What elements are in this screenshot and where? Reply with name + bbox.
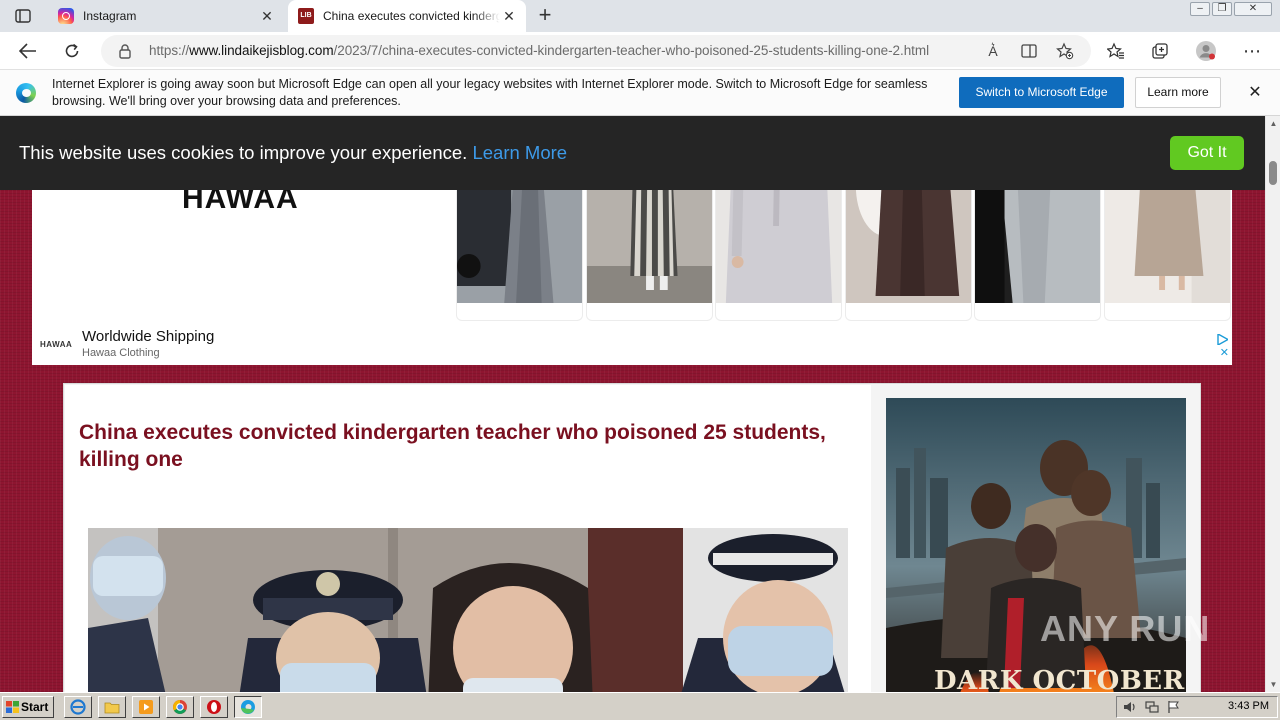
ad-source: Hawaa Clothing (82, 347, 160, 359)
ad-close-icon[interactable]: ✕ (1220, 348, 1229, 359)
tab-actions-button[interactable] (10, 6, 36, 26)
tab-lindaikeji[interactable]: LIB China executes convicted kindergarte… (288, 0, 526, 32)
taskbar-explorer[interactable] (98, 696, 126, 718)
collections-icon (1152, 43, 1168, 59)
cookie-text: This website uses cookies to improve you… (19, 142, 468, 163)
new-tab-button[interactable]: + (533, 4, 557, 28)
taskbar-media-player[interactable] (132, 696, 160, 718)
back-button[interactable] (14, 37, 42, 65)
flag-icon[interactable] (1167, 700, 1181, 714)
add-favorite-button[interactable] (1055, 41, 1075, 61)
folder-icon (104, 702, 120, 714)
lib-favicon-icon: LIB (298, 8, 314, 24)
lock-icon[interactable] (117, 43, 133, 59)
browser-toolbar: https://www.lindaikejisblog.com/2023/7/c… (0, 32, 1280, 70)
article-headline[interactable]: China executes convicted kindergarten te… (79, 419, 859, 473)
system-tray: 3:43 PM (1116, 696, 1278, 718)
tab-close-icon[interactable]: ✕ (258, 8, 276, 25)
favorites-button[interactable] (1102, 37, 1130, 65)
close-window-button[interactable]: ✕ (1234, 2, 1272, 16)
article-main: China executes convicted kindergarten te… (65, 385, 871, 692)
taskbar-clock[interactable]: 3:43 PM (1228, 700, 1269, 712)
internet-explorer-icon (70, 699, 86, 715)
page-viewport: HAWAA HAWAA Worldwide Shipping Hawaa Clo (0, 116, 1265, 692)
edge-icon (241, 700, 255, 714)
read-aloud-button[interactable]: A͛ (983, 41, 1003, 61)
url-path: /2023/7/china-executes-convicted-kinderg… (333, 43, 930, 58)
taskbar-opera[interactable] (200, 696, 228, 718)
windows-taskbar: Start 3:43 PM (0, 692, 1280, 720)
ad-footer-logo: HAWAA (40, 340, 73, 349)
chrome-icon (173, 700, 187, 714)
taskbar-ie[interactable] (64, 696, 92, 718)
profile-icon (1196, 41, 1216, 61)
refresh-icon (65, 43, 79, 58)
read-aloud-icon: A͛ (988, 43, 998, 59)
start-button[interactable]: Start (2, 696, 54, 718)
learn-more-button[interactable]: Learn more (1135, 77, 1221, 108)
opera-icon (207, 700, 221, 714)
window-controls: ‒ ❐ ✕ (1190, 2, 1272, 16)
tab-actions-icon (15, 9, 31, 23)
collections-button[interactable] (1146, 37, 1174, 65)
url-text[interactable]: https://www.lindaikejisblog.com/2023/7/c… (149, 43, 929, 58)
content-container: China executes convicted kindergarten te… (63, 383, 1201, 692)
anyrun-watermark: ANY RUN (1040, 608, 1211, 649)
refresh-button[interactable] (58, 37, 86, 65)
media-player-icon (139, 700, 153, 714)
tab-close-icon[interactable]: ✕ (500, 8, 518, 25)
profile-button[interactable] (1192, 37, 1220, 65)
taskbar-edge[interactable] (234, 696, 262, 718)
article-hero-image (88, 528, 848, 692)
tab-strip: Instagram ✕ LIB China executes convicted… (0, 0, 1280, 32)
cookie-message: This website uses cookies to improve you… (19, 142, 567, 164)
switch-to-edge-button[interactable]: Switch to Microsoft Edge (959, 77, 1124, 108)
more-menu-icon: ⋯ (1243, 40, 1261, 61)
back-arrow-icon (19, 43, 36, 59)
app-available-icon (1021, 44, 1037, 58)
close-banner-button[interactable]: ✕ (1246, 84, 1264, 102)
poster-title: DARK OCTOBER (934, 666, 1185, 692)
add-favorite-icon (1056, 42, 1074, 60)
close-icon: ✕ (1248, 84, 1262, 101)
cookie-banner: This website uses cookies to improve you… (0, 116, 1265, 190)
scroll-up-icon[interactable]: ▲ (1269, 119, 1278, 128)
hero-photo (88, 528, 848, 692)
cookie-accept-button[interactable]: Got It (1170, 136, 1244, 170)
ad-headline[interactable]: Worldwide Shipping (82, 328, 214, 345)
app-available-button[interactable] (1019, 41, 1039, 61)
url-host: www.lindaikejisblog.com (189, 43, 334, 58)
tab-title: China executes convicted kindergarten te… (323, 9, 500, 23)
favorites-icon (1107, 42, 1124, 59)
adchoices-icon[interactable] (1217, 334, 1228, 345)
volume-icon[interactable] (1123, 700, 1137, 714)
start-label: Start (21, 700, 49, 714)
page-scrollbar[interactable]: ▲ ▼ (1265, 116, 1280, 692)
tab-title: Instagram (83, 9, 137, 23)
network-icon[interactable] (1145, 700, 1159, 714)
scroll-down-icon[interactable]: ▼ (1269, 680, 1278, 689)
minimize-button[interactable]: ‒ (1190, 2, 1210, 16)
tab-instagram[interactable]: Instagram ✕ (48, 0, 284, 32)
taskbar-chrome[interactable] (166, 696, 194, 718)
cookie-learn-more-link[interactable]: Learn More (472, 142, 567, 163)
scroll-thumb[interactable] (1269, 161, 1277, 185)
plus-icon: + (538, 2, 552, 27)
restore-button[interactable]: ❐ (1212, 2, 1232, 16)
edge-logo-icon (16, 83, 36, 103)
address-bar[interactable]: https://www.lindaikejisblog.com/2023/7/c… (101, 35, 1091, 67)
url-prefix: https:// (149, 43, 190, 58)
instagram-favicon-icon (58, 8, 74, 24)
ie-banner-message: Internet Explorer is going away soon but… (52, 77, 928, 108)
settings-menu-button[interactable]: ⋯ (1238, 37, 1266, 65)
windows-logo-icon (6, 701, 19, 713)
